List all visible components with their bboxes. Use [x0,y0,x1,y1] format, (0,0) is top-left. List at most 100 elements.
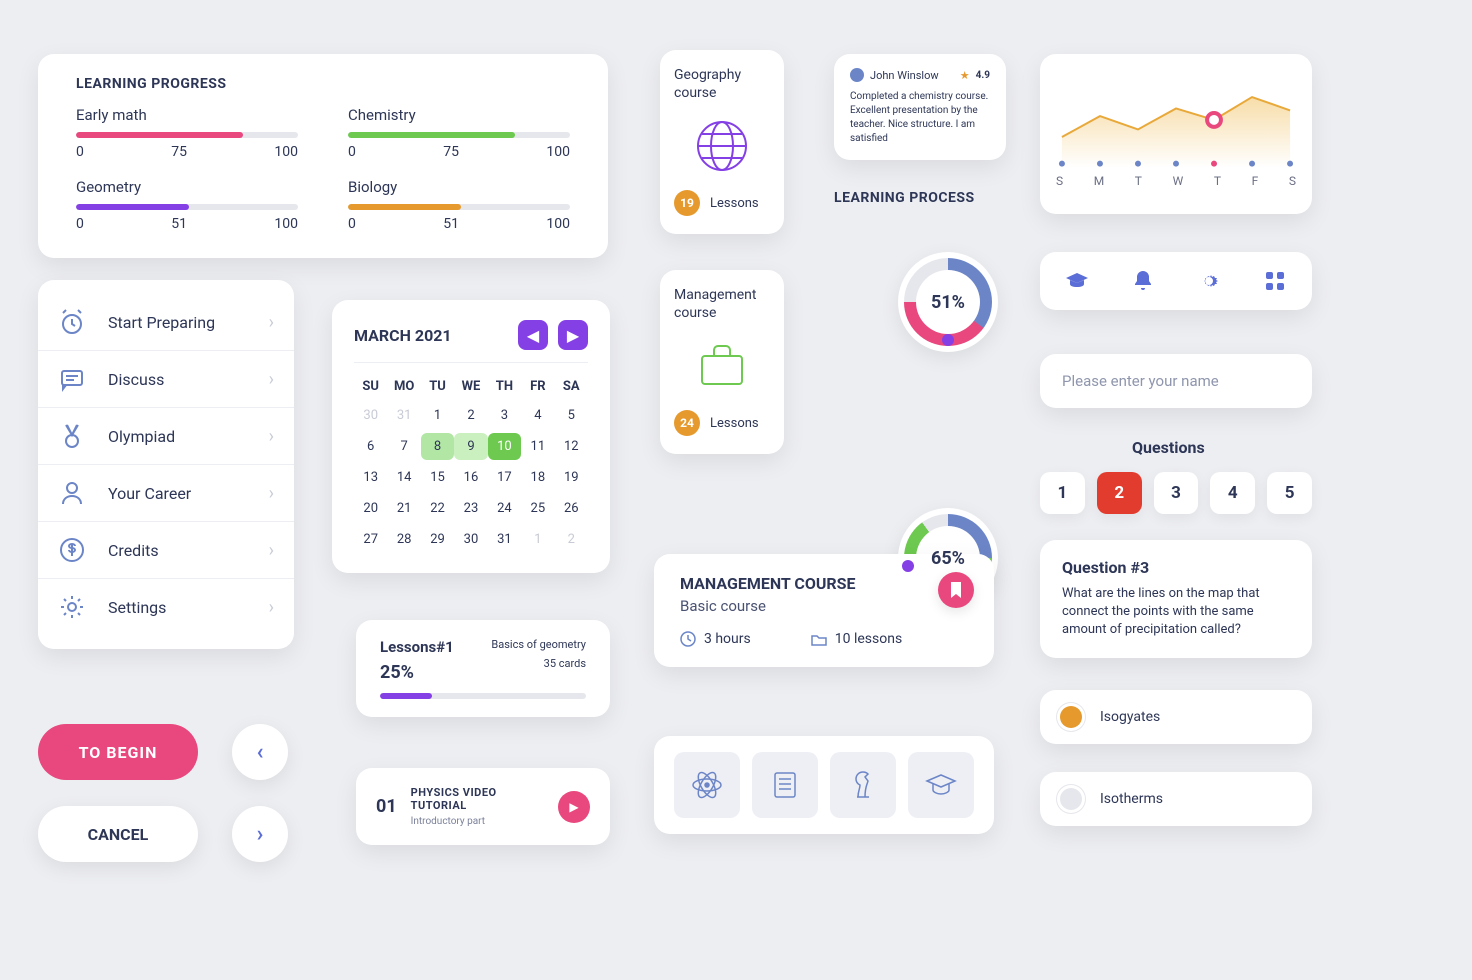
calendar-day[interactable]: 20 [354,495,387,522]
course-title: Geography course [674,66,770,102]
management-course-card[interactable]: Management course 24 Lessons [660,270,784,454]
calendar-day[interactable]: 2 [555,526,588,553]
calendar-day[interactable]: 12 [555,433,588,460]
nav-item-start-preparing[interactable]: Start Preparing › [38,294,294,351]
calendar-day[interactable]: 27 [354,526,387,553]
play-button[interactable]: ▶ [558,791,590,823]
calendar-prev-button[interactable]: ◀ [518,320,548,350]
chart-day-label: S [1056,174,1063,188]
begin-button[interactable]: TO BEGIN [38,724,198,780]
calendar-day[interactable]: 7 [387,433,420,460]
course-lesson-count: 19 [674,190,700,216]
calendar-day[interactable]: 22 [421,495,454,522]
review-rating: 4.9 [976,70,990,81]
nav-item-your-career[interactable]: Your Career › [38,465,294,522]
bookmark-button[interactable] [938,572,974,608]
calendar-day[interactable]: 25 [521,495,554,522]
calendar-day[interactable]: 29 [421,526,454,553]
grid-icon[interactable] [1262,268,1288,294]
dollar-icon [58,536,86,564]
question-number-5[interactable]: 5 [1267,472,1312,514]
nav-item-olympiad[interactable]: Olympiad › [38,408,294,465]
avatar-icon [850,68,864,82]
calendar-day[interactable]: 30 [354,402,387,429]
folder-icon [811,631,827,647]
calendar-day[interactable]: 30 [454,526,487,553]
calendar-day-header: SU [354,375,387,398]
calendar-day[interactable]: 1 [521,526,554,553]
course-lessons: 10 lessons [811,631,902,647]
nav-list: Start Preparing › Discuss › Olympiad › Y… [38,280,294,649]
calendar-day[interactable]: 3 [488,402,521,429]
calendar-day[interactable]: 2 [454,402,487,429]
answer-option-1[interactable]: Isogyates [1040,690,1312,744]
gear-icon[interactable] [1196,268,1222,294]
geography-course-card[interactable]: Geography course 19 Lessons [660,50,784,234]
calendar-day[interactable]: 11 [521,433,554,460]
progress-label: Chemistry [348,106,570,124]
learning-process-title: LEARNING PROCESS [834,190,975,206]
chevron-right-icon: › [269,597,274,618]
atom-icon[interactable] [674,752,740,818]
calendar-day[interactable]: 31 [488,526,521,553]
questions-title: Questions [1132,438,1205,457]
calendar-day[interactable]: 23 [454,495,487,522]
calendar-day[interactable]: 24 [488,495,521,522]
cancel-button[interactable]: CANCEL [38,806,198,862]
bell-icon[interactable] [1130,268,1156,294]
toolbar [1040,252,1312,310]
calendar-day[interactable]: 13 [354,464,387,491]
question-number-4[interactable]: 4 [1210,472,1255,514]
calendar-day[interactable]: 26 [555,495,588,522]
question-number-1[interactable]: 1 [1040,472,1085,514]
calendar-day-header: TU [421,375,454,398]
question-numbers: 12345 [1040,472,1312,514]
question-number-2[interactable]: 2 [1097,472,1142,514]
calendar-day[interactable]: 17 [488,464,521,491]
calendar-day[interactable]: 16 [454,464,487,491]
calendar-next-button[interactable]: ▶ [558,320,588,350]
calendar-day[interactable]: 28 [387,526,420,553]
chevron-right-icon: › [269,540,274,561]
question-number-3[interactable]: 3 [1154,472,1199,514]
nav-item-discuss[interactable]: Discuss › [38,351,294,408]
calendar-day[interactable]: 14 [387,464,420,491]
weekly-chart: SMTWTFS [1040,54,1312,214]
calendar-day-header: SA [555,375,588,398]
course-title: Management course [674,286,770,322]
book-icon[interactable] [752,752,818,818]
prev-button[interactable]: ‹ [232,724,288,780]
next-button[interactable]: › [232,806,288,862]
lesson-cards: 35 cards [491,657,586,670]
course-duration: 3 hours [680,631,751,647]
calendar-day[interactable]: 5 [555,402,588,429]
calendar-day[interactable]: 19 [555,464,588,491]
calendar-day[interactable]: 31 [387,402,420,429]
answer-option-2[interactable]: Isotherms [1040,772,1312,826]
lesson-subject: Basics of geometry [491,638,586,651]
calendar-title: MARCH 2021 [354,326,452,345]
chess-icon[interactable] [830,752,896,818]
nav-label: Start Preparing [108,313,269,332]
calendar-card: MARCH 2021 ◀ ▶ SUMOTUWETHFRSA30311234567… [332,300,610,573]
person-icon [58,479,86,507]
video-subtitle: Introductory part [411,816,544,827]
calendar-day[interactable]: 4 [521,402,554,429]
calendar-day[interactable]: 15 [421,464,454,491]
calendar-day[interactable]: 10 [488,433,521,460]
name-input[interactable]: Please enter your name [1040,354,1312,408]
graduation-icon[interactable] [908,752,974,818]
calendar-day[interactable]: 6 [354,433,387,460]
graduation-icon[interactable] [1064,268,1090,294]
lesson-card: Lessons#1 25% Basics of geometry 35 card… [356,620,610,717]
calendar-day[interactable]: 9 [454,433,487,460]
calendar-day[interactable]: 8 [421,433,454,460]
progress-donut-1: 51% [898,252,998,352]
calendar-day[interactable]: 18 [521,464,554,491]
nav-item-settings[interactable]: Settings › [38,579,294,635]
calendar-day[interactable]: 1 [421,402,454,429]
nav-item-credits[interactable]: Credits › [38,522,294,579]
learning-progress-title: LEARNING PROGRESS [76,76,570,92]
calendar-day[interactable]: 21 [387,495,420,522]
chart-day-label: W [1173,174,1184,188]
